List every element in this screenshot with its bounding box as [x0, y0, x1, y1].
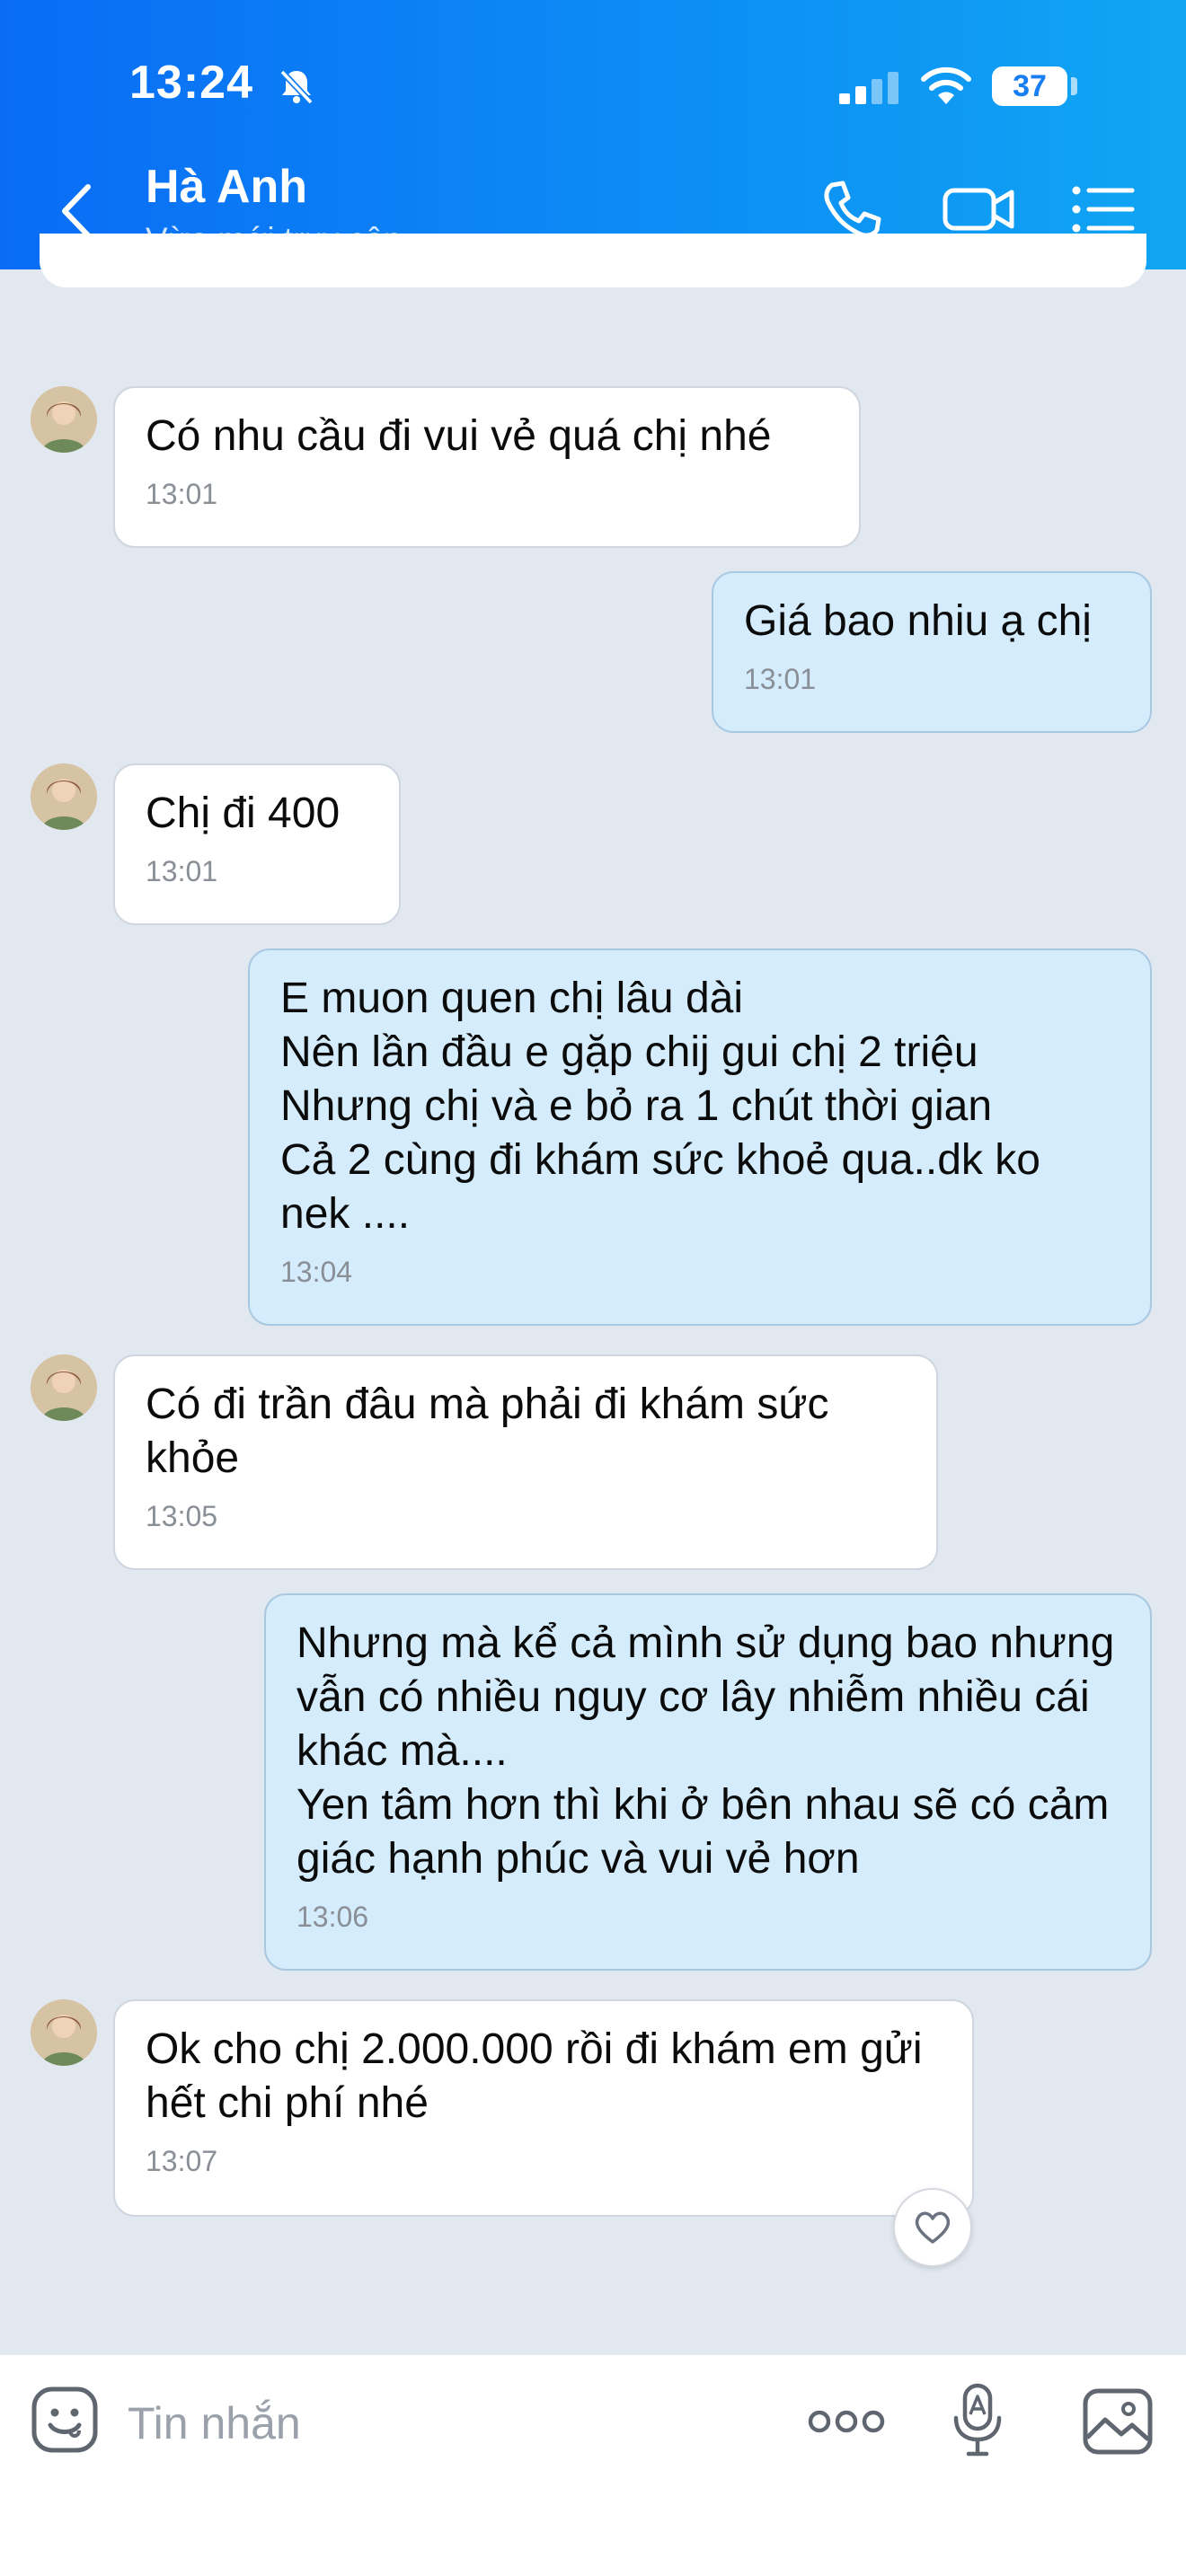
- avatar[interactable]: [31, 386, 97, 453]
- menu-button[interactable]: [1069, 178, 1136, 241]
- image-icon: [1083, 2388, 1153, 2455]
- more-dots-icon: [808, 2410, 885, 2433]
- message-bubble-outgoing[interactable]: Nhưng mà kể cả mình sử dụng bao nhưng vẫ…: [264, 1593, 1152, 1971]
- voice-message-button[interactable]: [949, 2382, 1006, 2459]
- message-text: Có nhu cầu đi vui vẻ quá chị nhé: [146, 412, 772, 460]
- message-time: 13:01: [146, 855, 218, 887]
- wifi-icon: [920, 66, 972, 106]
- video-call-button[interactable]: [942, 178, 1015, 241]
- emoji-icon: [31, 2386, 98, 2453]
- emoji-button[interactable]: [31, 2386, 99, 2454]
- chat-header: 13:24 37 Hà Anh Vừa mới truy cập: [0, 0, 1186, 269]
- phone-icon: [824, 181, 881, 238]
- message-bubble-incoming[interactable]: Ok cho chị 2.000.000 rồi đi khám em gửi …: [113, 1999, 974, 2217]
- message-bubble-incoming[interactable]: Chị đi 400 13:01: [113, 763, 401, 925]
- message-bubble-incoming[interactable]: Có đi trần đâu mà phải đi khám sức khỏe …: [113, 1354, 938, 1570]
- message-input-bar: [0, 2353, 1186, 2576]
- battery-icon: 37: [992, 66, 1067, 106]
- microphone-icon: [953, 2383, 1002, 2457]
- message-text: Nhưng mà kể cả mình sử dụng bao nhưng vẫ…: [296, 1619, 1115, 1883]
- previous-message-card: [40, 234, 1146, 287]
- message-text: Chị đi 400: [146, 790, 341, 837]
- react-heart-button[interactable]: [893, 2188, 972, 2267]
- message-time: 13:06: [296, 1901, 369, 1933]
- avatar[interactable]: [31, 763, 97, 830]
- status-time: 13:24: [129, 57, 253, 109]
- battery-tip: [1071, 77, 1077, 95]
- avatar[interactable]: [31, 1354, 97, 1421]
- send-image-button[interactable]: [1082, 2387, 1154, 2456]
- message-text: Ok cho chị 2.000.000 rồi đi khám em gửi …: [146, 2025, 923, 2127]
- signal-icon: [837, 70, 900, 106]
- message-text: E muon quen chị lâu dài Nên lần đầu e gặ…: [280, 975, 1040, 1238]
- message-bubble-incoming[interactable]: Có nhu cầu đi vui vẻ quá chị nhé 13:01: [113, 386, 861, 548]
- message-time: 13:07: [146, 2145, 218, 2177]
- message-time: 13:04: [280, 1256, 353, 1288]
- message-time: 13:05: [146, 1500, 218, 1532]
- voice-call-button[interactable]: [819, 178, 884, 241]
- contact-name[interactable]: Hà Anh: [146, 160, 307, 214]
- menu-list-icon: [1072, 186, 1135, 233]
- message-input[interactable]: [128, 2387, 757, 2459]
- message-text: Giá bao nhiu ạ chị: [744, 597, 1092, 645]
- message-bubble-outgoing[interactable]: Giá bao nhiu ạ chị 13:01: [712, 571, 1152, 733]
- heart-icon: [915, 2211, 951, 2244]
- message-bubble-outgoing[interactable]: E muon quen chị lâu dài Nên lần đầu e gặ…: [248, 948, 1152, 1326]
- video-camera-icon: [943, 188, 1014, 231]
- avatar[interactable]: [31, 1999, 97, 2066]
- message-time: 13:01: [146, 478, 218, 510]
- message-text: Có đi trần đâu mà phải đi khám sức khỏe: [146, 1381, 829, 1482]
- more-options-button[interactable]: [805, 2402, 888, 2441]
- message-time: 13:01: [744, 663, 817, 695]
- bell-slash-icon: [277, 66, 316, 106]
